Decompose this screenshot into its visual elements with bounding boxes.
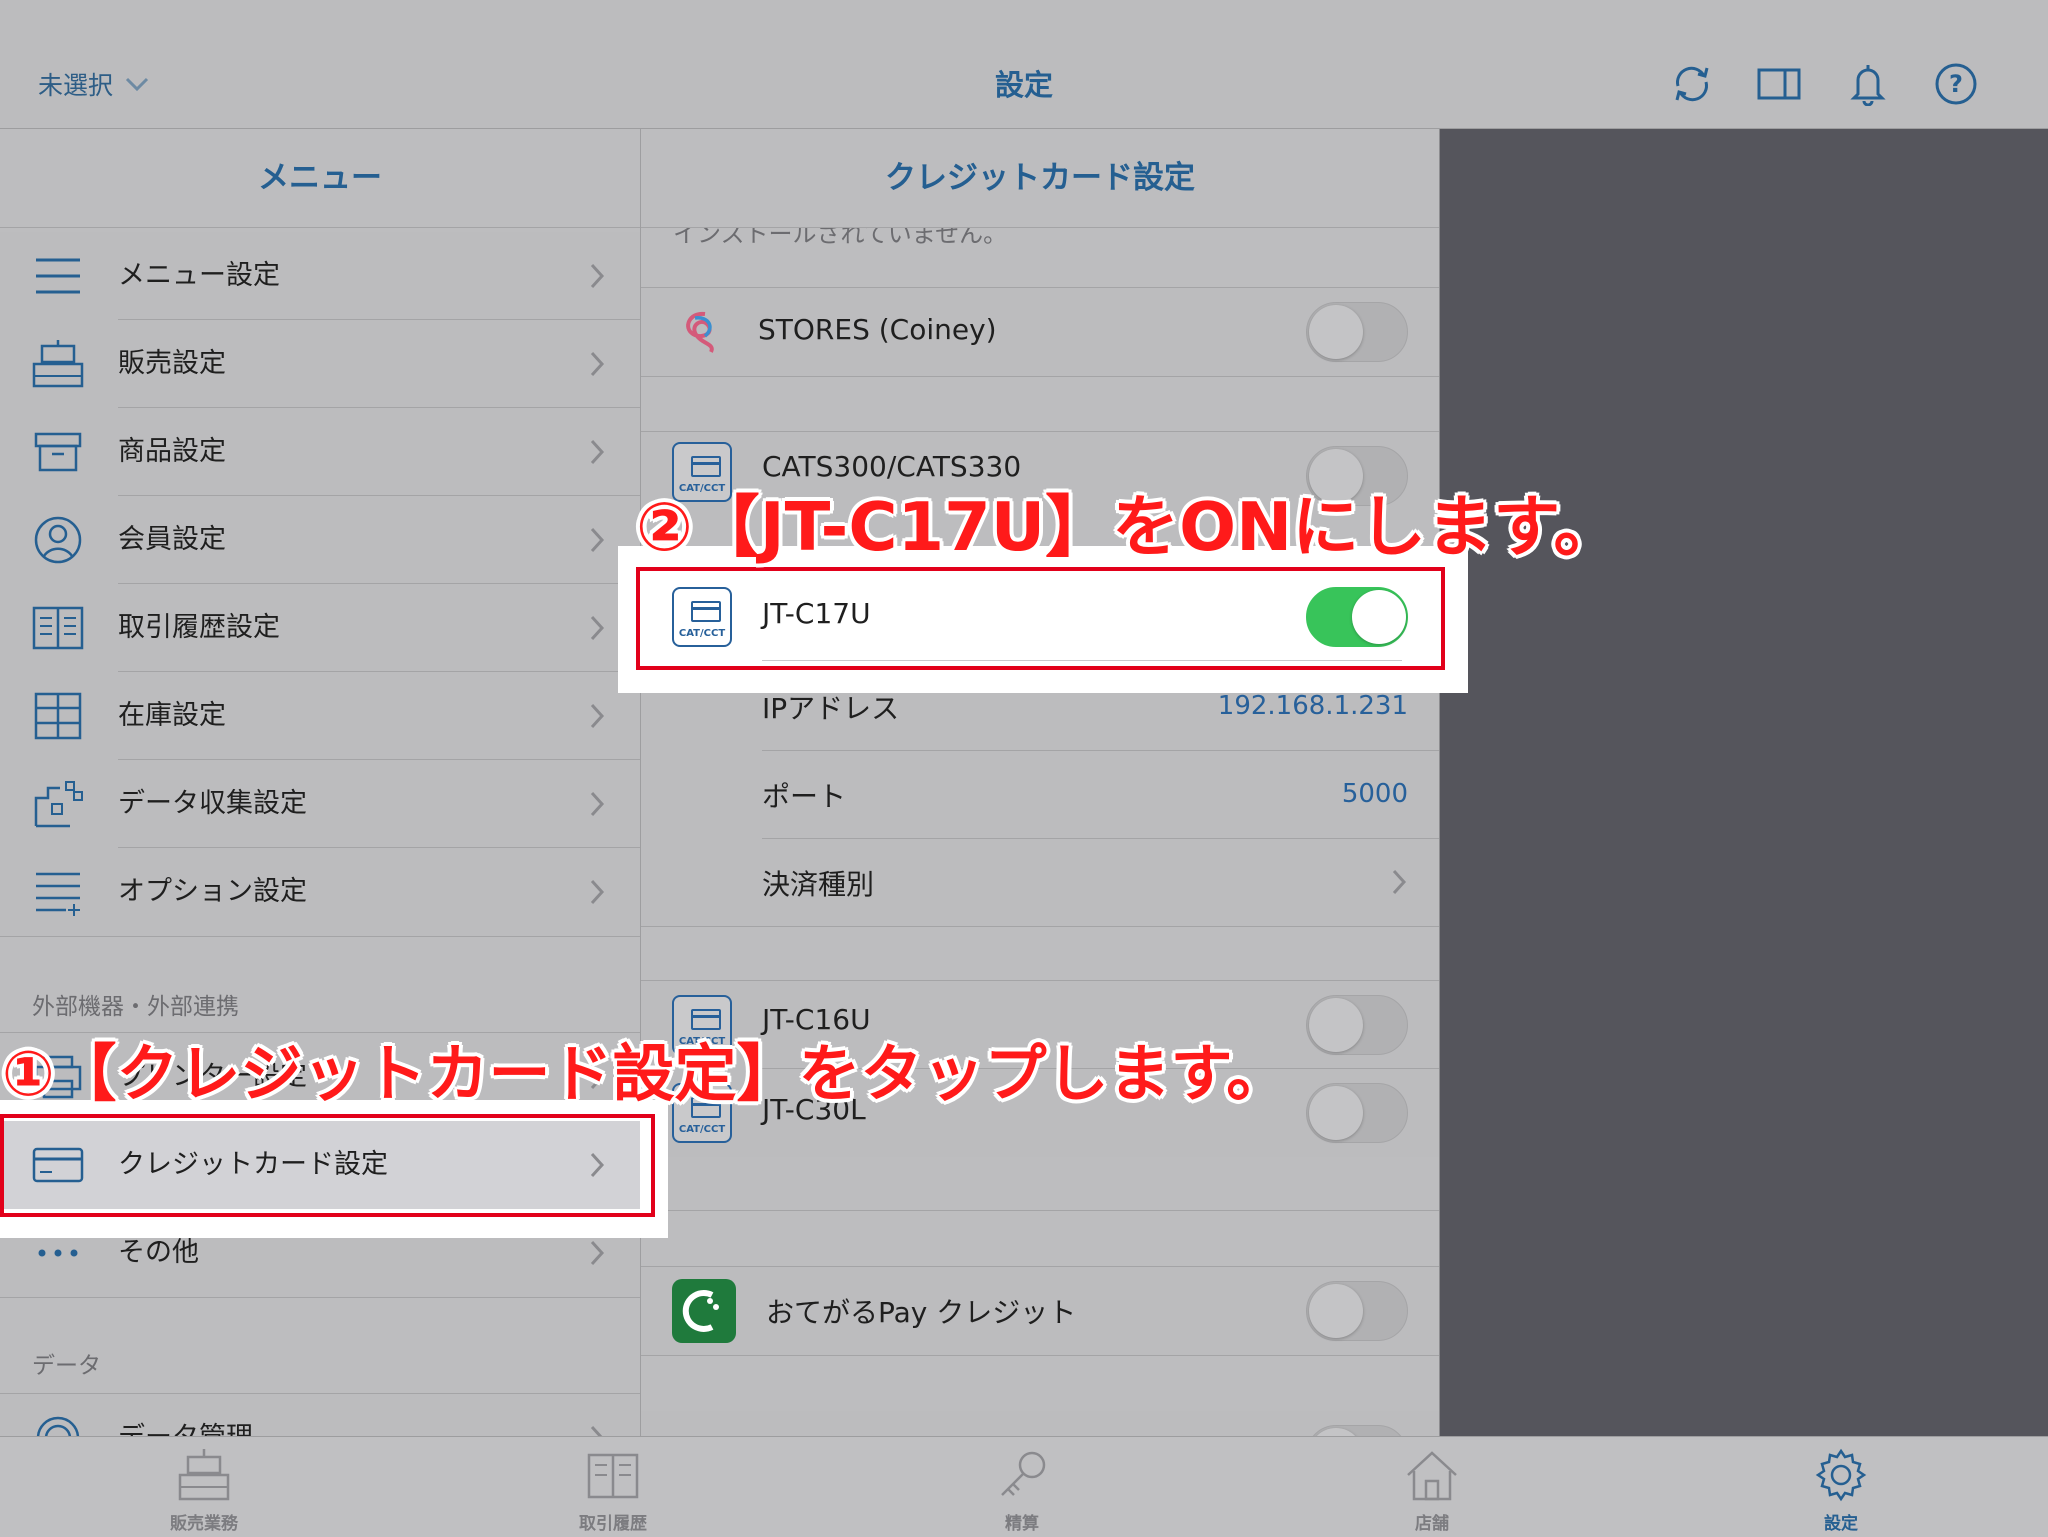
port-row[interactable]: ポート 5000 <box>641 751 1439 839</box>
menu-list-icon <box>36 258 80 294</box>
section-data: データ <box>32 1353 101 1379</box>
otegaru-pay-row: おてがるPay クレジット <box>641 1267 1439 1355</box>
otegaru-pay-toggle[interactable] <box>1306 1281 1408 1341</box>
section-external-devices: 外部機器・外部連携 <box>32 994 239 1020</box>
port-label: ポート <box>762 780 847 813</box>
otegaru-pay-label: おてがるPay クレジット <box>766 1296 1077 1329</box>
ip-address-label: IPアドレス <box>762 692 900 725</box>
register-icon <box>32 340 84 388</box>
port-value: 5000 <box>1341 779 1408 809</box>
next-row-partial <box>641 1411 1439 1436</box>
menu-item-product-settings[interactable]: 商品設定 <box>0 408 640 496</box>
split-view-icon[interactable] <box>1757 62 1801 106</box>
jt-c16u-toggle[interactable] <box>1306 995 1408 1055</box>
refresh-icon[interactable] <box>1670 62 1714 106</box>
menu-item-label: メニュー設定 <box>118 260 280 291</box>
menu-item-history-settings[interactable]: 取引履歴設定 <box>0 584 640 672</box>
menu-item-sales-settings[interactable]: 販売設定 <box>0 320 640 408</box>
menu-item-label: 在庫設定 <box>118 700 226 731</box>
shelves-icon <box>34 692 82 740</box>
chevron-right-icon <box>590 1240 605 1266</box>
page-title: 設定 <box>994 68 1053 102</box>
menu-item-inventory-settings[interactable]: 在庫設定 <box>0 672 640 760</box>
chevron-right-icon <box>590 791 605 817</box>
coiney-logo-icon <box>686 311 714 353</box>
chevron-right-icon <box>590 1425 603 1436</box>
chevron-right-icon <box>590 879 605 905</box>
menu-item-member-settings[interactable]: 会員設定 <box>0 496 640 584</box>
tab-history[interactable]: 取引履歴 <box>513 1437 713 1537</box>
stores-coiney-row: STORES (Coiney) <box>641 288 1439 376</box>
menu-item-label: データ収集設定 <box>118 788 307 819</box>
menu-item-label: 会員設定 <box>118 524 226 555</box>
svg-text:?: ? <box>1949 70 1963 98</box>
tab-settlement[interactable]: 精算 <box>922 1437 1122 1537</box>
tab-settings[interactable]: 設定 <box>1741 1437 1941 1537</box>
menu-title: メニュー <box>0 129 640 228</box>
menu-item-label: オプション設定 <box>118 876 307 907</box>
chevron-right-icon <box>1392 869 1407 895</box>
chevron-right-icon <box>590 615 605 641</box>
tab-bar: 販売業務 取引履歴 精算 店舗 設定 <box>0 1436 2048 1537</box>
menu-item-menu-settings[interactable]: メニュー設定 <box>0 232 640 320</box>
truncated-note: インストールされていません。 <box>641 228 1439 266</box>
menu-item-label: 取引履歴設定 <box>118 612 280 643</box>
annotation-step-2: ②【JT-C17U】をONにします。 <box>636 488 1621 566</box>
jt-c30l-toggle[interactable] <box>1306 1083 1408 1143</box>
stores-label: STORES (Coiney) <box>758 313 997 346</box>
detail-title: クレジットカード設定 <box>641 129 1439 228</box>
highlight-jt-c17u <box>636 567 1445 670</box>
box-icon <box>34 432 82 472</box>
annotation-step-1: ①【クレジットカード設定】をタップします。 <box>2 1037 1289 1110</box>
tab-sales[interactable]: 販売業務 <box>104 1437 304 1537</box>
menu-item-label: 商品設定 <box>118 436 226 467</box>
menu-item-label: データ管理 <box>118 1394 253 1436</box>
key-icon <box>1001 1451 1046 1496</box>
menu-item-data-collection-settings[interactable]: データ収集設定 <box>0 760 640 848</box>
stores-toggle[interactable] <box>1306 302 1408 362</box>
highlight-credit-card-settings <box>0 1114 655 1217</box>
menu-item-data-management[interactable]: データ管理 <box>0 1394 640 1436</box>
ip-address-value: 192.168.1.231 <box>1217 691 1408 721</box>
payment-type-row[interactable]: 決済種別 <box>641 839 1439 926</box>
house-icon <box>1407 1451 1457 1501</box>
chevron-right-icon <box>590 703 605 729</box>
tab-store[interactable]: 店舗 <box>1332 1437 1532 1537</box>
data-collect-icon <box>34 781 83 828</box>
chevron-right-icon <box>590 527 605 553</box>
book-icon <box>32 606 84 650</box>
payment-type-label: 決済種別 <box>762 868 875 901</box>
register-icon <box>178 1449 230 1501</box>
list-plus-icon <box>36 872 80 916</box>
chevron-right-icon <box>590 263 605 289</box>
credit-card-settings-panel: インストールされていません。 クレジットカード設定 STORES (Coiney… <box>641 129 1440 1436</box>
data-icon <box>36 1416 80 1436</box>
book-icon <box>587 1453 639 1499</box>
help-icon[interactable]: ? <box>1934 62 1978 106</box>
menu-item-option-settings[interactable]: オプション設定 <box>0 848 640 936</box>
bell-icon[interactable] <box>1846 62 1890 106</box>
detail-empty-area <box>1440 129 2048 1436</box>
menu-item-label: 販売設定 <box>118 348 226 379</box>
otegaru-pay-icon <box>672 1279 736 1343</box>
user-icon <box>34 516 82 564</box>
gear-icon <box>1815 1448 1867 1502</box>
chevron-right-icon <box>590 439 605 465</box>
chevron-right-icon <box>590 351 605 377</box>
menu-panel: メニュー メニュー設定 販売設定 商品設定 会員設定 取引履歴設定 在庫設定 デ… <box>0 129 641 1436</box>
